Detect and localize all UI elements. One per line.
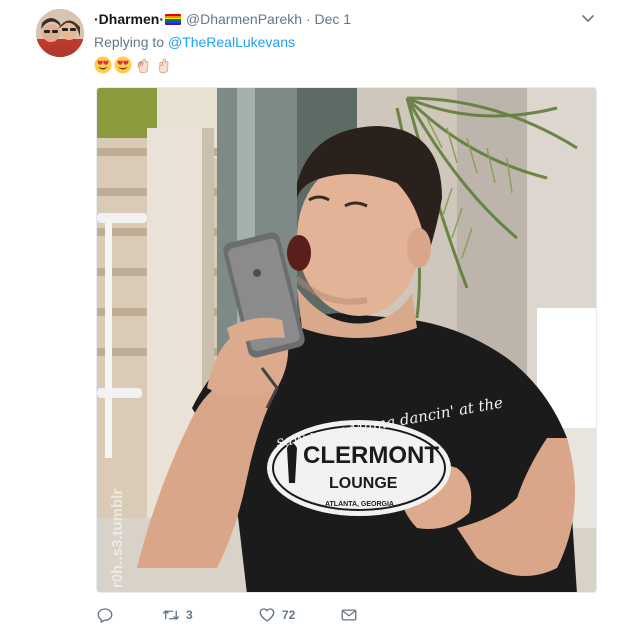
ok-hand-emoji-icon — [158, 58, 169, 74]
avatar[interactable] — [36, 9, 84, 57]
display-name[interactable]: ·Dharmen· — [94, 11, 164, 27]
tweet-photo[interactable]: saw your Mama dancin' at the CLERMONT LO… — [96, 87, 597, 593]
tweet: ·Dharmen· @DharmenParekh · Dec 1 Replyin… — [0, 0, 636, 629]
retweet-count: 3 — [186, 608, 193, 622]
tweet-header: ·Dharmen· @DharmenParekh · Dec 1 — [94, 9, 596, 29]
ok-hand-emoji-icon — [137, 58, 149, 74]
replying-to: Replying to @TheRealLukevans — [94, 33, 295, 51]
replying-prefix: Replying to — [94, 34, 168, 50]
retweet-button[interactable]: 3 — [162, 606, 258, 624]
separator-dot: · — [305, 11, 311, 27]
like-button[interactable]: 72 — [258, 606, 340, 624]
chevron-down-icon[interactable] — [580, 10, 596, 26]
tweet-actions: 3 72 — [96, 604, 358, 626]
reply-button[interactable] — [96, 606, 162, 624]
reply-icon — [97, 608, 113, 623]
shirt-city-text: ATLANTA, GEORGIA — [325, 501, 394, 508]
like-count: 72 — [282, 608, 296, 622]
direct-message-button[interactable] — [340, 606, 358, 624]
rainbow-flag-icon — [165, 14, 182, 25]
envelope-icon — [341, 609, 357, 621]
watermark-text: r0h..s3.tumblr — [109, 489, 126, 588]
tweet-text — [94, 56, 172, 78]
heart-icon — [259, 608, 275, 622]
retweet-icon — [162, 610, 180, 620]
shirt-sub-text: LOUNGE — [329, 475, 398, 492]
heart-eyes-emoji-icon — [114, 56, 132, 74]
tweet-date[interactable]: Dec 1 — [315, 11, 352, 27]
handle[interactable]: @DharmenParekh — [186, 11, 302, 27]
heart-eyes-emoji-icon — [94, 56, 112, 74]
replying-to-link[interactable]: @TheRealLukevans — [168, 34, 295, 50]
shirt-title-text: CLERMONT — [303, 442, 439, 469]
